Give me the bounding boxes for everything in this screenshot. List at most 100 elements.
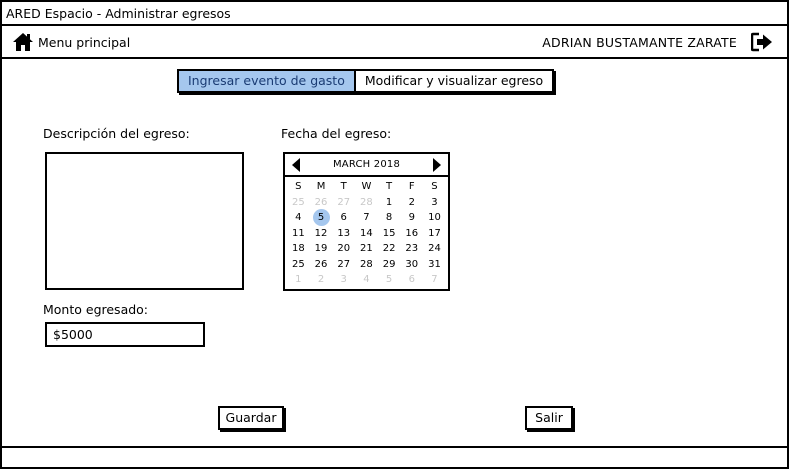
calendar-day-number: 27: [337, 258, 351, 270]
calendar-day-number: 1: [295, 274, 302, 285]
amount-input[interactable]: [45, 322, 205, 347]
description-label: Descripción del egreso:: [43, 126, 190, 141]
calendar-day[interactable]: 31: [423, 257, 446, 273]
calendar-day[interactable]: 2: [310, 272, 333, 288]
calendar-day[interactable]: 8: [378, 210, 401, 226]
calendar-day[interactable]: 11: [287, 226, 310, 242]
calendar-day[interactable]: 4: [355, 272, 378, 288]
calendar-day[interactable]: 10: [423, 210, 446, 226]
calendar-day[interactable]: 4: [287, 210, 310, 226]
calendar-week-row: 25 26 27 28 1 2 3: [287, 195, 446, 211]
calendar-day[interactable]: 6: [332, 210, 355, 226]
calendar-day[interactable]: 18: [287, 241, 310, 257]
calendar-day-number: 15: [382, 227, 396, 239]
calendar-day-number: 22: [382, 243, 396, 254]
calendar-day[interactable]: 20: [332, 241, 355, 257]
calendar-day-number: 4: [295, 212, 302, 223]
home-label[interactable]: Menu principal: [38, 35, 130, 50]
calendar-day-number: 17: [428, 227, 441, 239]
calendar-week-row: 18 19 20 21 22 23 24: [287, 241, 446, 257]
calendar-day[interactable]: 12: [310, 226, 333, 242]
user-area: ADRIAN BUSTAMANTE ZARATE: [542, 32, 773, 52]
calendar-day-number: 11: [291, 227, 305, 239]
calendar-day[interactable]: 13: [332, 226, 355, 242]
calendar-day[interactable]: 19: [310, 241, 333, 257]
calendar-day[interactable]: 3: [332, 272, 355, 288]
calendar-day[interactable]: 26: [310, 195, 333, 211]
navbar: Menu principal ADRIAN BUSTAMANTE ZARATE: [2, 26, 787, 59]
calendar-day-number: 2: [317, 274, 325, 285]
calendar-day[interactable]: 30: [400, 257, 423, 273]
calendar-day-number: 12: [314, 227, 328, 239]
weekday-header: T: [340, 181, 347, 192]
calendar-day-number: 21: [360, 243, 373, 254]
calendar-day[interactable]: 7: [423, 272, 446, 288]
weekday-header: F: [408, 181, 415, 192]
calendar-day[interactable]: 21: [355, 241, 378, 257]
calendar-day[interactable]: 22: [378, 241, 401, 257]
calendar-day[interactable]: 27: [332, 195, 355, 211]
save-button[interactable]: Guardar: [218, 406, 284, 430]
calendar-month-label: MARCH 2018: [332, 159, 401, 170]
calendar-day[interactable]: 5: [378, 272, 401, 288]
calendar-day[interactable]: 3: [423, 195, 446, 211]
calendar-day[interactable]: 1: [378, 195, 401, 211]
status-bar: [2, 446, 787, 467]
calendar-day-number: 27: [337, 196, 351, 208]
calendar-day[interactable]: 1: [287, 272, 310, 288]
calendar-day[interactable]: 16: [400, 226, 423, 242]
tab-ingresar-evento[interactable]: Ingresar evento de gasto: [177, 69, 356, 93]
calendar-day-number: 2: [408, 196, 415, 208]
calendar-day-number: 13: [337, 227, 351, 239]
logout-icon[interactable]: [750, 32, 773, 52]
calendar-day-number: 4: [363, 274, 370, 285]
calendar-day-number: 6: [340, 212, 347, 223]
next-month-icon[interactable]: [431, 157, 443, 173]
calendar-day[interactable]: 28: [355, 195, 378, 211]
calendar-day-number: 19: [314, 243, 328, 254]
calendar-day[interactable]: 14: [355, 226, 378, 242]
calendar-day-number: 5: [385, 274, 393, 285]
calendar-day[interactable]: 7: [355, 210, 378, 226]
home-icon[interactable]: [12, 32, 34, 52]
calendar-day[interactable]: 25: [287, 257, 310, 273]
calendar-day-number: 24: [428, 243, 441, 254]
calendar-day[interactable]: 9: [400, 210, 423, 226]
calendar-day-number: 26: [314, 258, 328, 270]
calendar-day[interactable]: 24: [423, 241, 446, 257]
calendar-day[interactable]: 6: [400, 272, 423, 288]
calendar-day-number: 3: [340, 274, 347, 285]
tab-bar: Ingresar evento de gasto Modificar y vis…: [177, 69, 555, 93]
exit-button[interactable]: Salir: [525, 406, 573, 430]
calendar-day[interactable]: 26: [310, 257, 333, 273]
calendar-day[interactable]: 25: [287, 195, 310, 211]
date-picker-calendar: MARCH 2018 SMTWTFS 25 26 27 28 1 2 3 4 5 6 7 8 9 10 11…: [283, 152, 450, 291]
calendar-day[interactable]: 15: [378, 226, 401, 242]
tab-modificar-visualizar[interactable]: Modificar y visualizar egreso: [355, 69, 555, 93]
calendar-day-number: 29: [382, 258, 396, 270]
calendar-day-number: 25: [291, 196, 305, 208]
calendar-week-row: 4 5 6 7 8 9 10: [287, 209, 446, 226]
home-link[interactable]: Menu principal: [12, 32, 130, 52]
weekday-header: W: [361, 181, 372, 192]
calendar-day[interactable]: 17: [423, 226, 446, 242]
app-window: ARED Espacio - Administrar egresos Menu …: [0, 0, 789, 469]
calendar-day-number: 23: [405, 243, 419, 254]
calendar-day[interactable]: 23: [400, 241, 423, 257]
calendar-day-number: 18: [291, 243, 305, 254]
description-textarea[interactable]: [45, 152, 244, 290]
amount-label: Monto egresado:: [43, 302, 149, 317]
weekday-header: M: [316, 181, 326, 192]
calendar-day[interactable]: 2: [400, 195, 423, 211]
calendar-day-number: 20: [337, 243, 351, 254]
calendar-day-number: 7: [431, 274, 438, 285]
calendar-day-number: 31: [428, 258, 441, 270]
calendar-day[interactable]: 29: [378, 257, 401, 273]
calendar-grid: SMTWTFS 25 26 27 28 1 2 3 4 5 6 7 8 9 10 11 12 13 14 15 16 1…: [287, 179, 446, 288]
calendar-day[interactable]: 28: [355, 257, 378, 273]
calendar-day-number: 6: [408, 274, 415, 285]
calendar-day-number: 9: [408, 212, 415, 223]
calendar-day[interactable]: 27: [332, 257, 355, 273]
calendar-day-number: 28: [360, 196, 373, 208]
calendar-day-selected[interactable]: 5: [310, 209, 333, 226]
